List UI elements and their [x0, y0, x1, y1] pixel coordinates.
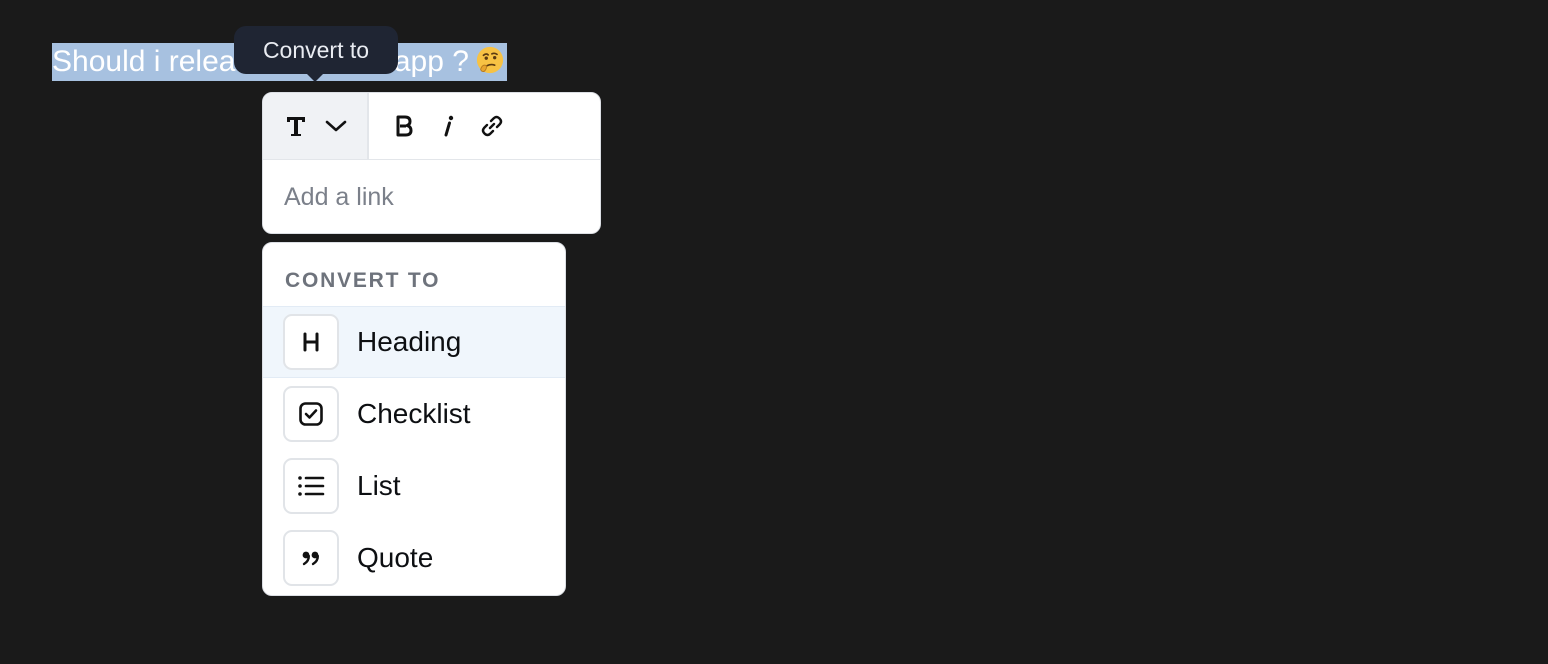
- list-icon-box: [283, 458, 339, 514]
- menu-item-checklist[interactable]: Checklist: [263, 378, 565, 450]
- menu-item-label: List: [357, 470, 401, 501]
- tooltip-text: Convert to: [262, 37, 370, 63]
- link-icon: [481, 115, 503, 137]
- menu-item-list[interactable]: List: [263, 450, 565, 522]
- text-type-icon: [287, 117, 305, 136]
- quote-icon: [302, 551, 319, 566]
- italic-button[interactable]: [437, 93, 459, 159]
- menu-item-label: Checklist: [357, 398, 471, 429]
- chevron-down-icon: [325, 120, 347, 132]
- checklist-icon: [299, 402, 323, 426]
- format-toolbar: [262, 92, 601, 234]
- link-button[interactable]: [479, 93, 505, 159]
- heading-icon-box: [283, 314, 339, 370]
- convert-tooltip: Convert to: [234, 26, 398, 82]
- editor-canvas: Should i release this web app ? Convert …: [0, 0, 1548, 664]
- bold-icon: [396, 115, 413, 137]
- menu-item-label: Quote: [357, 542, 434, 573]
- convert-to-button[interactable]: [263, 93, 369, 159]
- convert-menu-heading: CONVERT TO: [285, 269, 441, 292]
- menu-item-heading[interactable]: Heading: [263, 306, 565, 378]
- toolbar-buttons-row: [263, 93, 600, 160]
- checklist-icon-box: [283, 386, 339, 442]
- menu-item-quote[interactable]: Quote: [263, 522, 565, 594]
- bold-button[interactable]: [393, 93, 415, 159]
- list-icon: [298, 476, 325, 496]
- menu-item-label: Heading: [357, 326, 462, 357]
- thinking-face-emoji: [476, 46, 504, 74]
- convert-to-menu: CONVERT TO Heading Checklist List Quote: [262, 242, 566, 596]
- heading-icon: [303, 332, 319, 352]
- add-link-input[interactable]: [263, 160, 600, 233]
- quote-icon-box: [283, 530, 339, 586]
- italic-icon: [444, 115, 454, 137]
